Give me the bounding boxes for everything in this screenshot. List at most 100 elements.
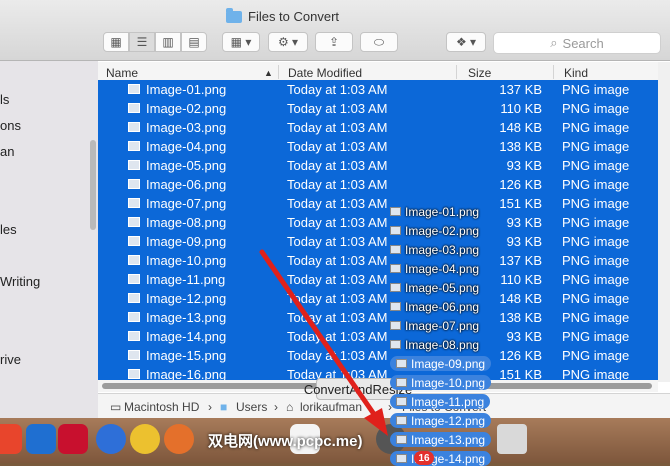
file-date: Today at 1:03 AM — [287, 215, 388, 230]
file-size: 110 KB — [500, 272, 542, 287]
dragged-file-item: Image-08.png — [390, 337, 479, 352]
file-size: 93 KB — [506, 158, 542, 173]
sidebar-scrollbar[interactable] — [90, 140, 96, 230]
path-item[interactable]: Macintosh HD — [124, 400, 199, 414]
file-name: Image-02.png — [146, 101, 227, 116]
dragged-file-item: Image-07.png — [390, 318, 479, 333]
file-kind: PNG image — [562, 291, 630, 306]
table-row[interactable]: Image-12.png Today at 1:03 AM 148 KB PNG im… — [98, 289, 658, 308]
file-name: Image-13.png — [146, 310, 227, 325]
chevron-right-icon: › — [208, 400, 212, 414]
file-date: Today at 1:03 AM — [287, 82, 388, 97]
png-file-icon — [128, 236, 140, 246]
png-file-icon — [128, 350, 140, 360]
file-kind: PNG image — [562, 310, 630, 325]
table-row[interactable]: Image-09.png Today at 1:03 AM 93 KB PNG ima… — [98, 232, 658, 251]
skype-icon[interactable] — [96, 424, 126, 454]
png-file-icon — [396, 454, 407, 463]
list-view-button[interactable]: ☰ — [129, 32, 155, 52]
trash-icon[interactable] — [497, 424, 527, 454]
window-title: Files to Convert — [226, 7, 339, 24]
table-row[interactable]: Image-03.png Today at 1:03 AM 148 KB PNG im… — [98, 118, 658, 137]
png-file-icon — [390, 283, 401, 292]
table-row[interactable]: Image-01.png Today at 1:03 AM 137 KB PNG im… — [98, 80, 658, 99]
file-size: 138 KB — [499, 310, 542, 325]
dragged-file-item: Image-05.png — [390, 280, 479, 295]
dragged-file-item: Image-10.png — [390, 375, 492, 390]
table-row[interactable]: Image-04.png Today at 1:03 AM 138 KB PNG im… — [98, 137, 658, 156]
path-item[interactable]: lorikaufman — [300, 400, 362, 414]
vertical-scrollbar[interactable] — [658, 62, 670, 382]
sidebar-item[interactable]: les — [0, 222, 17, 237]
dragged-file-item: Image-13.png — [390, 432, 492, 447]
size-column-header[interactable]: Size — [468, 66, 491, 80]
table-row[interactable]: Image-13.png Today at 1:03 AM 138 KB PNG im… — [98, 308, 658, 327]
file-kind: PNG image — [562, 215, 630, 230]
icon-view-button[interactable]: ▦ — [103, 32, 129, 52]
cover-flow-button[interactable]: ▤ — [181, 32, 207, 52]
trello-icon[interactable] — [26, 424, 56, 454]
file-name: Image-07.png — [146, 196, 227, 211]
png-file-icon — [128, 217, 140, 227]
dock-tooltip: ConvertAndResize — [304, 378, 412, 400]
sidebar-item[interactable]: ls — [0, 92, 9, 107]
app-icon[interactable] — [58, 424, 88, 454]
file-size: 126 KB — [499, 348, 542, 363]
share-icon: ⇪ — [328, 35, 340, 49]
tags-button[interactable]: ⬭ — [360, 32, 398, 52]
watermark: 双电网(www.pcpc.me) — [208, 433, 363, 450]
png-file-icon — [128, 179, 140, 189]
file-name: Image-03.png — [146, 120, 227, 135]
home-icon: ⌂ — [286, 400, 294, 414]
table-row[interactable]: Image-15.png Today at 1:03 AM 126 KB PNG im… — [98, 346, 658, 365]
file-name: Image-01.png — [146, 82, 227, 97]
dragged-file-item: Image-04.png — [390, 261, 479, 276]
dropbox-button[interactable]: ❖ ▾ — [446, 32, 486, 52]
name-column-header[interactable]: Name — [106, 66, 138, 80]
png-file-icon — [128, 198, 140, 208]
png-file-icon — [128, 141, 140, 151]
table-row[interactable]: Image-05.png Today at 1:03 AM 93 KB PNG ima… — [98, 156, 658, 175]
sort-ascending-icon: ▲ — [264, 68, 273, 78]
file-kind: PNG image — [562, 101, 630, 116]
action-gear-button[interactable]: ⚙ ▾ — [268, 32, 308, 52]
file-size: 148 KB — [499, 120, 542, 135]
folder-icon: ■ — [220, 400, 228, 414]
sidebar-item[interactable]: rive — [0, 352, 21, 367]
file-name: Image-04.png — [146, 139, 227, 154]
table-row[interactable]: Image-11.png Today at 1:03 AM 110 KB PNG im… — [98, 270, 658, 289]
png-file-icon — [128, 312, 140, 322]
table-row[interactable]: Image-14.png Today at 1:03 AM 93 KB PNG ima… — [98, 327, 658, 346]
sidebar-item[interactable]: an — [0, 144, 14, 159]
file-kind: PNG image — [562, 120, 630, 135]
sidebar-item[interactable]: ons — [0, 118, 21, 133]
table-row[interactable]: Image-10.png Today at 1:03 AM 137 KB PNG im… — [98, 251, 658, 270]
folder-icon — [226, 7, 242, 23]
search-input[interactable]: ⌕ Search — [493, 32, 661, 54]
firefox-icon[interactable] — [164, 424, 194, 454]
sidebar-item[interactable]: Writing — [0, 274, 40, 289]
share-button[interactable]: ⇪ — [315, 32, 353, 52]
png-file-icon — [128, 331, 140, 341]
date-column-header[interactable]: Date Modified — [288, 66, 362, 80]
png-file-icon — [390, 226, 401, 235]
png-file-icon — [128, 160, 140, 170]
file-date: Today at 1:03 AM — [287, 234, 388, 249]
dragged-file-item: Image-14.png — [390, 451, 492, 466]
view-mode-control: ▦ ☰ ▥ ▤ — [103, 32, 207, 52]
table-row[interactable]: Image-06.png Today at 1:03 AM 126 KB PNG im… — [98, 175, 658, 194]
file-date: Today at 1:03 AM — [287, 272, 388, 287]
dragged-file-item: Image-11.png — [390, 394, 491, 409]
kind-column-header[interactable]: Kind — [564, 66, 588, 80]
file-name: Image-06.png — [146, 177, 227, 192]
path-item[interactable]: Users — [236, 400, 267, 414]
arrange-button[interactable]: ▦ ▾ — [222, 32, 260, 52]
column-view-button[interactable]: ▥ — [155, 32, 181, 52]
file-name: Image-05.png — [146, 158, 227, 173]
table-row[interactable]: Image-08.png Today at 1:03 AM 93 KB PNG ima… — [98, 213, 658, 232]
table-row[interactable]: Image-07.png Today at 1:03 AM 151 KB PNG im… — [98, 194, 658, 213]
app-icon[interactable] — [0, 424, 22, 454]
table-row[interactable]: Image-02.png Today at 1:03 AM 110 KB PNG im… — [98, 99, 658, 118]
chrome-icon[interactable] — [130, 424, 160, 454]
png-file-icon — [390, 245, 401, 254]
